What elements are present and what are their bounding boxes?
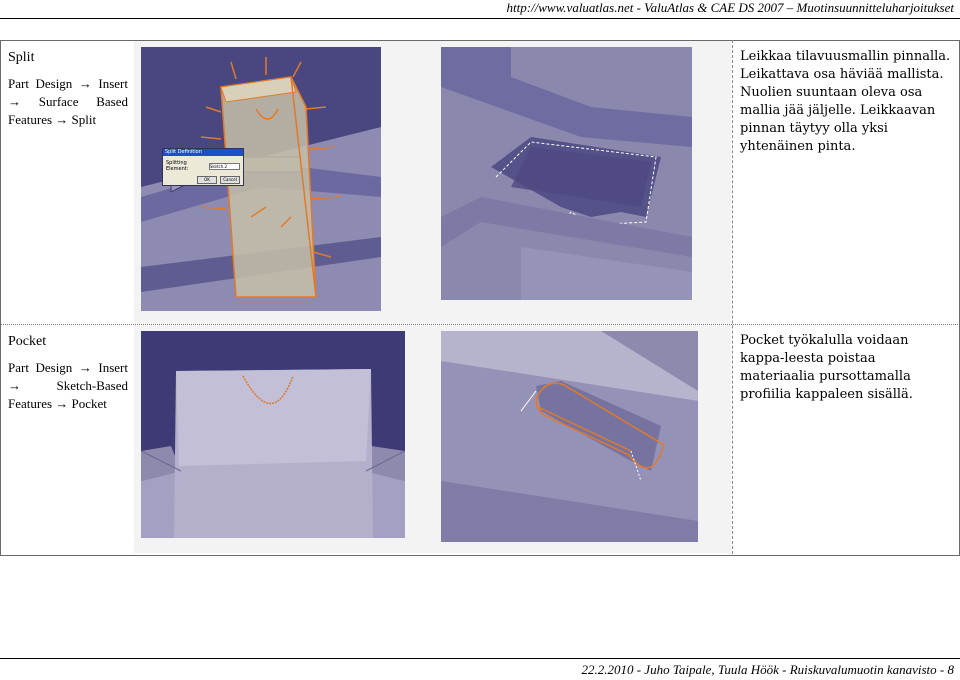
footer-rule (0, 658, 960, 659)
split-title: Split (8, 50, 35, 65)
cancel-button[interactable]: Cancel (220, 176, 240, 184)
split-definition-dialog[interactable]: Split Definition Splitting Element: Sket… (162, 148, 244, 186)
page-header: http://www.valuatlas.net - ValuAtlas & C… (506, 0, 954, 15)
ok-button[interactable]: OK (197, 176, 217, 184)
split-menu-path: Part Design → Insert → Surface Based Fea… (8, 76, 128, 127)
pocket-sketch-image (141, 331, 405, 538)
splitting-element-label: Splitting Element: (166, 160, 189, 172)
pocket-description: Pocket työkalulla voidaan kappa-leesta p… (740, 333, 913, 402)
dialog-title: Split Definition (163, 149, 243, 156)
split-description: Leikkaa tilavuusmallin pinnalla. Leikatt… (740, 49, 951, 154)
page-footer: 22.2.2010 - Juho Taipale, Tuula Höök - R… (581, 662, 954, 677)
header-rule (0, 18, 960, 19)
split-result-image (441, 47, 692, 300)
pocket-caption: Pocket Part Design → Insert → Sketch-Bas… (8, 332, 128, 413)
pocket-menu-path: Part Design → Insert → Sketch-Based Feat… (8, 360, 128, 411)
pocket-result-image (441, 331, 698, 542)
pocket-title: Pocket (8, 334, 47, 349)
column-separator (732, 40, 733, 554)
split-caption: Split Part Design → Insert → Surface Bas… (8, 48, 128, 129)
splitting-element-field[interactable]: Sketch.2 (208, 162, 240, 170)
